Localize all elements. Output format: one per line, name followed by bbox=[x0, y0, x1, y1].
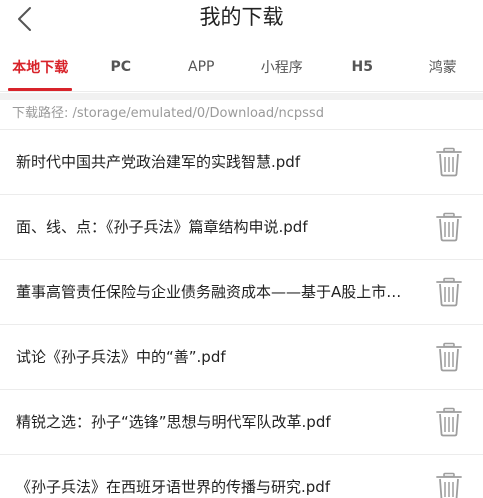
trash-icon[interactable] bbox=[435, 277, 463, 307]
tab-bar: 本地下载 PC APP 小程序 H5 鸿蒙 bbox=[0, 42, 483, 92]
header: 我的下载 bbox=[0, 0, 483, 40]
file-row[interactable]: 董事高管责任保险与企业债务融资成本——基于A股上市公司的证据.pdf bbox=[0, 259, 483, 324]
app-root: 我的下载 本地下载 PC APP 小程序 H5 鸿蒙 下载路径: /storag… bbox=[0, 0, 483, 498]
section-divider bbox=[0, 93, 483, 100]
trash-icon[interactable] bbox=[435, 212, 463, 242]
trash-icon[interactable] bbox=[435, 147, 463, 177]
file-row[interactable]: 面、线、点：《孙子兵法》篇章结构申说.pdf bbox=[0, 194, 483, 259]
file-name: 《孙子兵法》在西班牙语世界的传播与研究.pdf bbox=[16, 478, 331, 496]
tab-app[interactable]: APP bbox=[161, 42, 242, 91]
file-name: 试论《孙子兵法》中的“善”.pdf bbox=[16, 348, 226, 366]
trash-icon[interactable] bbox=[435, 472, 463, 498]
tab-local-download[interactable]: 本地下载 bbox=[0, 42, 81, 91]
trash-icon[interactable] bbox=[435, 342, 463, 372]
file-name: 董事高管责任保险与企业债务融资成本——基于A股上市公司的证据.pdf bbox=[16, 283, 406, 301]
tab-mini-program[interactable]: 小程序 bbox=[242, 42, 323, 91]
trash-icon[interactable] bbox=[435, 407, 463, 437]
file-name: 精锐之选：孙子“选锋”思想与明代军队改革.pdf bbox=[16, 413, 331, 431]
file-row[interactable]: 《孙子兵法》在西班牙语世界的传播与研究.pdf bbox=[0, 454, 483, 498]
file-name: 面、线、点：《孙子兵法》篇章结构申说.pdf bbox=[16, 218, 308, 236]
tab-pc[interactable]: PC bbox=[81, 42, 162, 91]
file-row[interactable]: 试论《孙子兵法》中的“善”.pdf bbox=[0, 324, 483, 389]
file-row[interactable]: 精锐之选：孙子“选锋”思想与明代军队改革.pdf bbox=[0, 389, 483, 454]
file-list: 新时代中国共产党政治建军的实践智慧.pdf 面、线、点：《孙子兵法》篇章结构申说… bbox=[0, 129, 483, 498]
tab-harmony[interactable]: 鸿蒙 bbox=[403, 42, 483, 91]
file-row[interactable]: 新时代中国共产党政治建军的实践智慧.pdf bbox=[0, 129, 483, 194]
tab-h5[interactable]: H5 bbox=[322, 42, 403, 91]
file-name: 新时代中国共产党政治建军的实践智慧.pdf bbox=[16, 153, 301, 171]
download-path: 下载路径: /storage/emulated/0/Download/ncpss… bbox=[12, 106, 324, 121]
page-title: 我的下载 bbox=[199, 5, 284, 29]
